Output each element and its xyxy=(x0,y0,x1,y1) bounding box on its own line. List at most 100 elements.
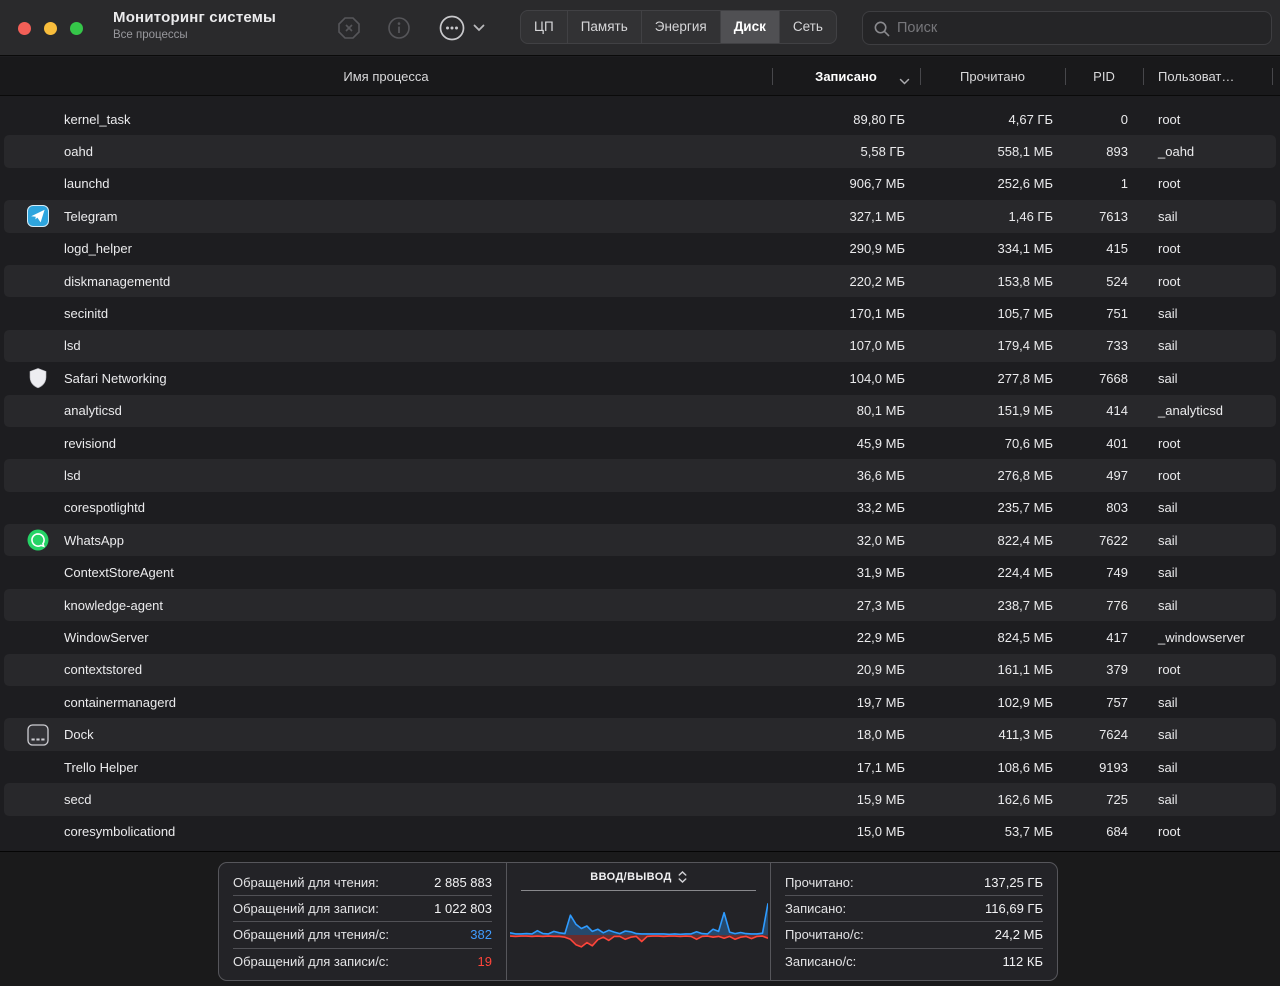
whatsapp-icon xyxy=(27,529,49,551)
table-row[interactable]: diskmanagementd 220,2 МБ 153,8 МБ 524 root xyxy=(4,264,1276,298)
chart-mode-selector[interactable]: ВВОД/ВЫВОД xyxy=(507,871,770,883)
bytes-read-cell: 53,7 МБ xyxy=(1004,824,1053,840)
user-cell: sail xyxy=(1158,694,1178,710)
pid-cell: 757 xyxy=(1106,694,1128,710)
column-header-written[interactable]: Записано xyxy=(772,57,920,96)
process-name: Trello Helper xyxy=(64,759,138,775)
dock-icon xyxy=(27,723,49,746)
stat-label: Обращений для записи/с: xyxy=(233,953,389,969)
bytes-written-cell: 906,7 МБ xyxy=(849,176,905,192)
table-row[interactable]: secinitd 170,1 МБ 105,7 МБ 751 sail xyxy=(4,297,1276,329)
tab-ЦП[interactable]: ЦП xyxy=(521,11,567,43)
table-row[interactable]: Telegram 327,1 МБ 1,46 ГБ 7613 sail xyxy=(4,200,1276,233)
bytes-written-cell: 20,9 МБ xyxy=(856,662,905,678)
column-header-name[interactable]: Имя процесса xyxy=(0,57,772,96)
search-field[interactable] xyxy=(862,11,1272,45)
bytes-written-cell: 22,9 МБ xyxy=(856,629,905,645)
user-cell: _windowserver xyxy=(1158,629,1245,645)
tab-Сеть[interactable]: Сеть xyxy=(778,11,836,43)
pid-cell: 7622 xyxy=(1099,532,1128,548)
table-row[interactable]: Trello Helper 17,1 МБ 108,6 МБ 9193 sail xyxy=(4,751,1276,783)
table-row[interactable]: knowledge-agent 27,3 МБ 238,7 МБ 776 sail xyxy=(4,588,1276,622)
table-row[interactable]: oahd 5,58 ГБ 558,1 МБ 893 _oahd xyxy=(4,135,1276,168)
close-window-button[interactable] xyxy=(18,22,31,35)
column-divider xyxy=(1065,68,1066,85)
column-divider xyxy=(772,68,773,85)
footer-panel: Обращений для чтения: 2 885 883 Обращени… xyxy=(0,851,1280,986)
bytes-written-cell: 89,80 ГБ xyxy=(853,111,905,127)
column-header-pid[interactable]: PID xyxy=(1065,57,1143,96)
column-header-read[interactable]: Прочитано xyxy=(920,57,1065,96)
bytes-written-cell: 19,7 МБ xyxy=(856,694,905,710)
table-row[interactable]: revisiond 45,9 МБ 70,6 МБ 401 root xyxy=(4,427,1276,459)
window-title: Мониторинг системы xyxy=(113,9,277,26)
stat-writes-total: Обращений для записи: 1 022 803 xyxy=(233,895,492,921)
stat-label: Прочитано: xyxy=(785,874,854,890)
user-cell: root xyxy=(1158,273,1181,289)
table-row[interactable]: corespotlightd 33,2 МБ 235,7 МБ 803 sail xyxy=(4,492,1276,524)
table-row[interactable]: analyticsd 80,1 МБ 151,9 МБ 414 _analyticsd xyxy=(4,394,1276,427)
user-cell: sail xyxy=(1158,759,1178,775)
bytes-written-cell: 32,0 МБ xyxy=(856,532,905,548)
user-cell: sail xyxy=(1158,727,1178,743)
table-row[interactable]: contextstored 20,9 МБ 161,1 МБ 379 root xyxy=(4,653,1276,687)
table-row[interactable]: WindowServer 22,9 МБ 824,5 МБ 417 _windowser… xyxy=(4,621,1276,653)
stat-label: Записано: xyxy=(785,901,847,917)
table-row[interactable]: launchd 906,7 МБ 252,6 МБ 1 root xyxy=(4,168,1276,200)
pid-cell: 749 xyxy=(1106,565,1128,581)
stat-read-per-sec: Прочитано/с: 24,2 МБ xyxy=(785,921,1043,947)
column-header-user[interactable]: Пользоват… xyxy=(1143,57,1272,96)
tab-Энергия[interactable]: Энергия xyxy=(640,11,720,43)
bytes-written-cell: 17,1 МБ xyxy=(856,759,905,775)
inspect-process-button[interactable] xyxy=(387,16,411,40)
bytes-read-cell: 151,9 МБ xyxy=(997,403,1053,419)
telegram-icon xyxy=(27,205,49,228)
quit-process-button[interactable] xyxy=(337,16,361,40)
chart-divider xyxy=(521,890,756,891)
table-row[interactable]: lsd 107,0 МБ 179,4 МБ 733 sail xyxy=(4,329,1276,363)
pid-cell: 379 xyxy=(1106,662,1128,678)
bytes-written-cell: 36,6 МБ xyxy=(856,467,905,483)
table-row[interactable]: kernel_task 89,80 ГБ 4,67 ГБ 0 root xyxy=(4,103,1276,135)
user-cell: _analyticsd xyxy=(1158,403,1224,419)
bytes-read-cell: 252,6 МБ xyxy=(997,176,1053,192)
bytes-read-cell: 824,5 МБ xyxy=(997,629,1053,645)
window-subtitle: Все процессы xyxy=(113,29,188,41)
bytes-read-cell: 822,4 МБ xyxy=(997,532,1053,548)
user-cell: root xyxy=(1158,111,1181,127)
process-name: revisiond xyxy=(64,435,117,451)
pid-cell: 414 xyxy=(1106,403,1128,419)
bytes-read-cell: 1,46 ГБ xyxy=(1008,208,1053,224)
table-row[interactable]: logd_helper 290,9 МБ 334,1 МБ 415 root xyxy=(4,233,1276,265)
zoom-window-button[interactable] xyxy=(70,22,83,35)
table-row[interactable]: coresymbolicationd 15,0 МБ 53,7 МБ 684 root xyxy=(4,816,1276,848)
bytes-read-cell: 108,6 МБ xyxy=(997,759,1053,775)
bytes-read-cell: 70,6 МБ xyxy=(1004,435,1053,451)
process-name: corespotlightd xyxy=(64,500,145,516)
bytes-written-cell: 107,0 МБ xyxy=(849,338,905,354)
process-name: ContextStoreAgent xyxy=(64,565,174,581)
table-row[interactable]: Dock 18,0 МБ 411,3 МБ 7624 sail xyxy=(4,718,1276,751)
tab-Память[interactable]: Память xyxy=(566,11,641,43)
table-row[interactable]: containermanagerd 19,7 МБ 102,9 МБ 757 sail xyxy=(4,686,1276,718)
pid-cell: 893 xyxy=(1106,144,1128,160)
process-app-icon xyxy=(27,529,49,551)
table-row[interactable]: Safari Networking 104,0 МБ 277,8 МБ 7668 sai… xyxy=(4,362,1276,394)
pid-cell: 9193 xyxy=(1099,759,1128,775)
pid-cell: 401 xyxy=(1106,435,1128,451)
stat-label: Обращений для чтения/с: xyxy=(233,927,389,943)
table-row[interactable]: ContextStoreAgent 31,9 МБ 224,4 МБ 749 sail xyxy=(4,556,1276,588)
process-name: launchd xyxy=(64,176,110,192)
tab-Диск[interactable]: Диск xyxy=(719,11,779,43)
search-input[interactable] xyxy=(897,20,1261,36)
table-row[interactable]: WhatsApp 32,0 МБ 822,4 МБ 7622 sail xyxy=(4,524,1276,557)
process-name: secinitd xyxy=(64,306,109,322)
table-row[interactable]: secd 15,9 МБ 162,6 МБ 725 sail xyxy=(4,783,1276,816)
table-row[interactable]: lsd 36,6 МБ 276,8 МБ 497 root xyxy=(4,459,1276,492)
more-options-button[interactable] xyxy=(438,14,485,42)
disk-throughput-stats: Прочитано: 137,25 ГБ Записано: 116,69 ГБ… xyxy=(771,863,1057,980)
minimize-window-button[interactable] xyxy=(44,22,57,35)
stat-label: Прочитано/с: xyxy=(785,927,864,943)
user-cell: root xyxy=(1158,241,1181,257)
pid-cell: 524 xyxy=(1106,273,1128,289)
